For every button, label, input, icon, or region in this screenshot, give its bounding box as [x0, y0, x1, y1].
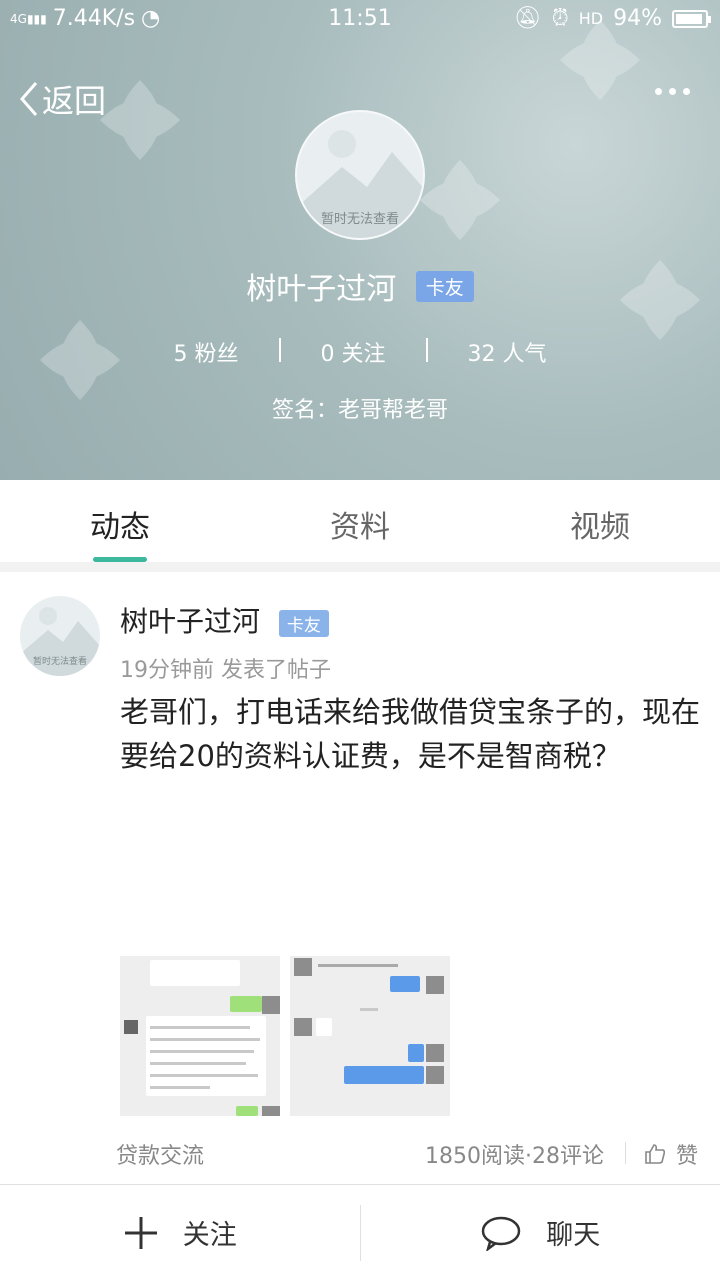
mute-icon: 🔕︎: [513, 6, 542, 31]
post-tag[interactable]: 贷款交流: [116, 1138, 204, 1170]
battery-fill: [676, 13, 703, 24]
thumbs-up-icon: [645, 1144, 666, 1164]
post-author[interactable]: 树叶子过河: [120, 605, 260, 638]
battery-percent: 94%: [613, 6, 662, 31]
popularity-count: 32 人气: [467, 342, 547, 367]
hd-call-icon: HD: [578, 9, 604, 28]
chat-label: 聊天: [546, 1220, 601, 1251]
tab-profile[interactable]: 资料: [240, 480, 480, 562]
post-meta: 19分钟前 发表了帖子: [120, 658, 331, 683]
user-badge: 卡友: [278, 609, 329, 637]
chat-bubble-icon: [482, 1216, 521, 1251]
following-count[interactable]: 0 关注: [281, 336, 426, 368]
post-images: [120, 956, 450, 1116]
profile-name: 树叶子过河: [246, 272, 397, 307]
post-avatar[interactable]: 暂时无法查看: [20, 596, 100, 676]
avatar-placeholder-text: 暂时无法查看: [32, 657, 87, 667]
signature: 签名：老哥帮老哥: [271, 398, 448, 423]
divider: [625, 1142, 626, 1164]
fans-count[interactable]: 5 粉丝: [134, 336, 279, 368]
user-badge: 卡友: [415, 270, 474, 302]
avatar[interactable]: 暂时无法查看: [295, 110, 425, 240]
back-button[interactable]: 返回: [18, 76, 106, 122]
chat-button[interactable]: 聊天: [361, 1185, 720, 1280]
plus-icon: [124, 1216, 157, 1249]
chevron-left-icon: [20, 82, 38, 116]
alarm-icon: ⏰︎: [551, 6, 569, 31]
post-image[interactable]: [120, 956, 280, 1116]
follow-button[interactable]: 关注: [0, 1185, 360, 1280]
post-text[interactable]: 老哥们，打电话来给我做借贷宝条子的，现在要给20的资料认证费，是不是智商税？: [120, 690, 700, 778]
post-footer: 贷款交流 1850阅读·28评论 赞: [0, 1138, 720, 1178]
back-label: 返回: [42, 82, 107, 120]
like-button[interactable]: 赞: [644, 1138, 698, 1170]
post-image[interactable]: [290, 956, 450, 1116]
follow-label: 关注: [182, 1220, 237, 1251]
tab-videos[interactable]: 视频: [480, 480, 720, 562]
post-stats: 1850阅读·28评论: [425, 1144, 604, 1169]
like-label: 赞: [675, 1144, 698, 1169]
post-card[interactable]: 暂时无法查看 树叶子过河 卡友 19分钟前 发表了帖子 老哥们，打电话来给我做借…: [0, 572, 720, 1184]
more-options-icon[interactable]: [655, 88, 690, 95]
profile-name-row: 树叶子过河 卡友: [0, 264, 720, 308]
tab-posts[interactable]: 动态: [0, 480, 240, 562]
status-bar: 4G▮▮▮ 7.44K/s ◔ 11:51 🔕︎ ⏰︎ HD 94%: [0, 0, 720, 40]
post-author-row: 树叶子过河 卡友: [120, 600, 329, 640]
tab-bar: 动态 资料 视频: [0, 480, 720, 562]
bottom-action-bar: 关注 聊天: [0, 1184, 720, 1280]
battery-icon: [672, 9, 711, 28]
avatar-placeholder-text: 暂时无法查看: [320, 212, 399, 227]
profile-stats: 5 粉丝 0 关注 32 人气: [0, 336, 720, 368]
profile-header: 4G▮▮▮ 7.44K/s ◔ 11:51 🔕︎ ⏰︎ HD 94% 返回 暂时…: [0, 0, 720, 480]
